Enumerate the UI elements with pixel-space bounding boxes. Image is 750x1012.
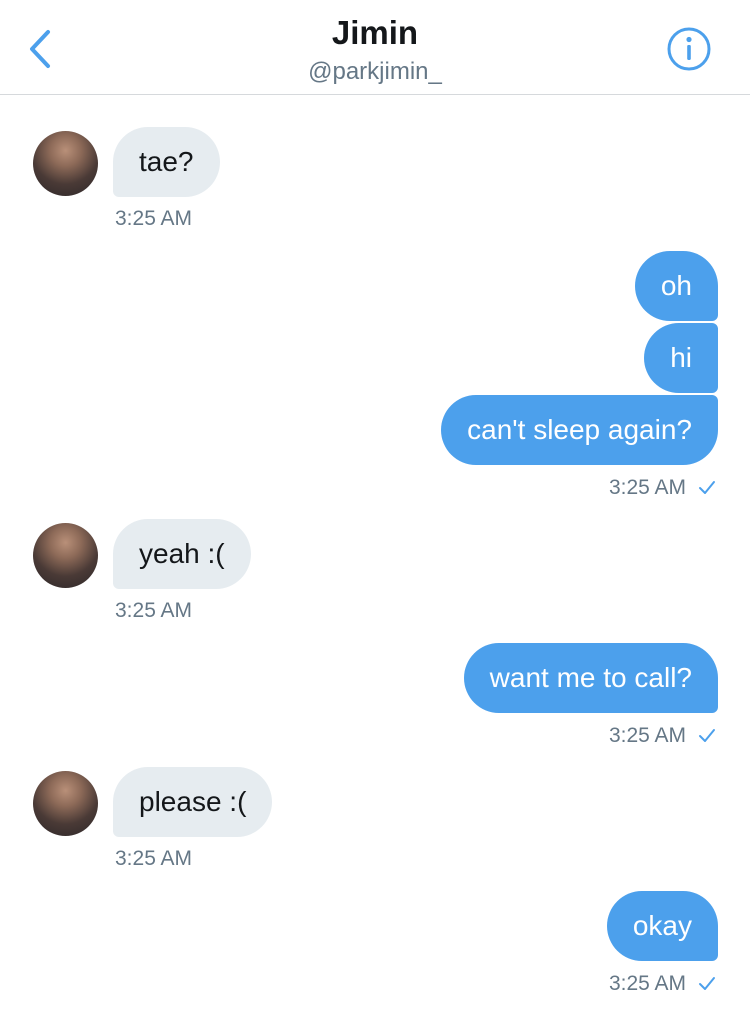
info-icon[interactable] — [666, 26, 712, 72]
message-bubble-incoming[interactable]: please :( — [113, 767, 273, 837]
message-bubble-incoming[interactable]: tae? — [113, 127, 220, 197]
message-timestamp: 3:25 AM — [608, 724, 686, 747]
conversation-header: Jimin @parkjimin_ — [0, 0, 750, 95]
avatar[interactable] — [33, 523, 98, 588]
message-text: want me to call? — [489, 662, 692, 693]
message-bubble-incoming[interactable]: yeah :( — [113, 519, 251, 589]
message-bubble-outgoing[interactable]: want me to call? — [463, 643, 718, 713]
conversation-handle[interactable]: @parkjimin_ — [0, 58, 750, 86]
message-bubble-outgoing[interactable]: hi — [644, 323, 718, 393]
message-timestamp: 3:25 AM — [115, 847, 193, 870]
checkmark-icon — [699, 729, 715, 742]
message-text: please :( — [139, 786, 247, 817]
message-bubble-outgoing[interactable]: okay — [606, 891, 718, 961]
message-text: yeah :( — [139, 538, 225, 569]
checkmark-icon — [699, 977, 715, 990]
message-text: okay — [632, 910, 692, 941]
message-timestamp: 3:25 AM — [608, 972, 686, 995]
message-text: hi — [670, 342, 692, 373]
avatar[interactable] — [33, 771, 98, 836]
message-text: tae? — [139, 146, 194, 177]
message-timestamp: 3:25 AM — [115, 207, 193, 230]
message-bubble-outgoing[interactable]: can't sleep again? — [441, 395, 718, 465]
message-timestamp: 3:25 AM — [608, 476, 686, 499]
message-bubble-outgoing[interactable]: oh — [634, 251, 718, 321]
avatar[interactable] — [33, 131, 98, 196]
conversation-title[interactable]: Jimin — [0, 14, 750, 52]
message-timestamp: 3:25 AM — [115, 599, 193, 622]
message-text: can't sleep again? — [467, 414, 692, 445]
message-text: oh — [660, 270, 692, 301]
checkmark-icon — [699, 481, 715, 494]
